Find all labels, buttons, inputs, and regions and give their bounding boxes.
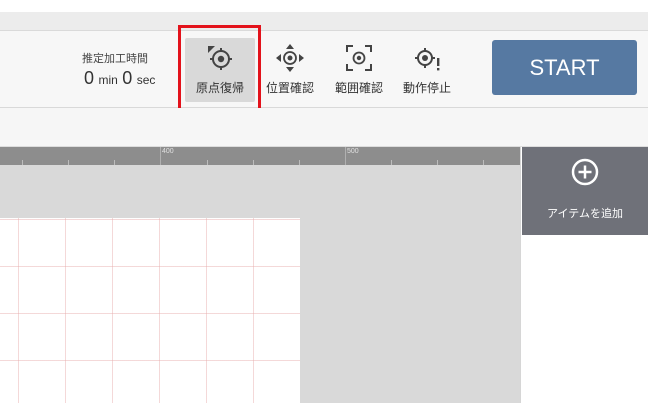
plus-circle-icon: [571, 158, 599, 186]
range-check-icon: [346, 45, 372, 71]
ruler-label-500: 500: [347, 148, 359, 155]
range-check-label: 範囲確認: [334, 81, 383, 95]
header-strip: [0, 12, 648, 31]
estimate-time-value: 0 min 0 sec: [84, 68, 155, 89]
horizontal-ruler: 400 500: [0, 147, 520, 165]
stop-operation-label: 動作停止: [402, 81, 451, 95]
position-check-label: 位置確認: [265, 81, 314, 95]
highlight-box: [178, 25, 261, 112]
position-check-icon: [276, 44, 304, 72]
ruler-label-400: 400: [162, 148, 174, 155]
position-check-button[interactable]: 位置確認: [255, 38, 325, 102]
window-top-strip: [0, 0, 648, 12]
sub-toolbar: [0, 108, 648, 147]
stop-operation-button[interactable]: 動作停止: [392, 38, 462, 102]
range-check-button[interactable]: 範囲確認: [324, 38, 394, 102]
stop-operation-icon: [415, 48, 440, 71]
add-item-button[interactable]: アイテムを追加: [522, 147, 648, 235]
add-item-label: アイテムを追加: [547, 207, 623, 220]
material-sheet[interactable]: [0, 218, 300, 403]
ruler-major-tick: [160, 147, 161, 165]
estimate-sec-value: 0: [122, 68, 133, 88]
ruler-major-tick: [345, 147, 346, 165]
estimate-min-value: 0: [84, 68, 95, 88]
estimate-time-label: 推定加工時間: [82, 52, 148, 65]
start-button[interactable]: START: [492, 40, 637, 95]
estimate-sec-unit: sec: [136, 73, 156, 87]
estimate-min-unit: min: [98, 73, 118, 87]
